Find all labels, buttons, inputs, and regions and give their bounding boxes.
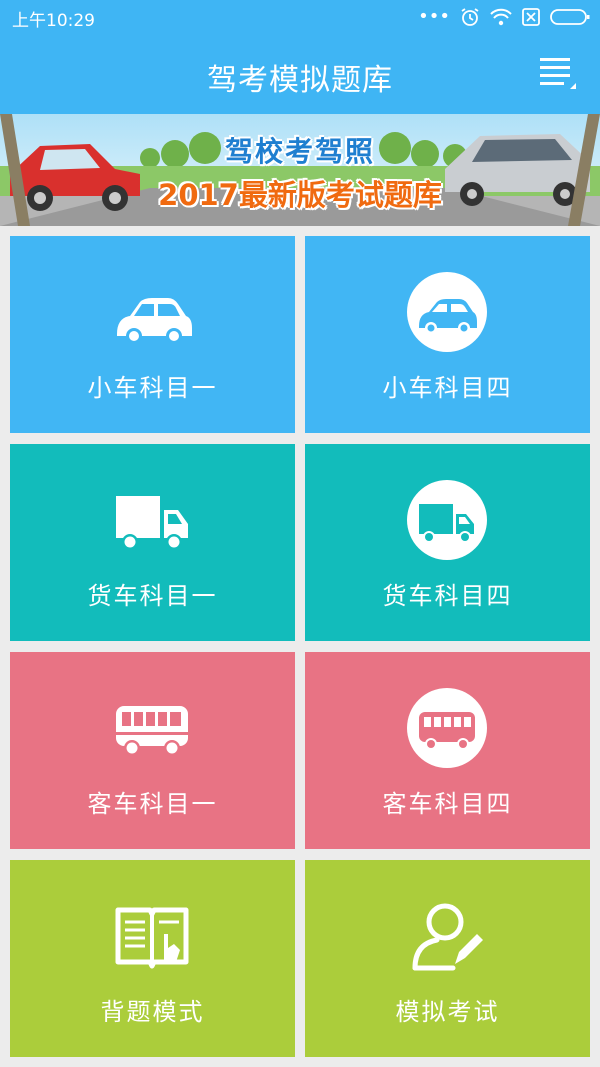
book-icon [115,907,189,969]
tile-bus-subject-4[interactable]: 客车科目四 [305,652,590,849]
tile-mock-exam[interactable]: 模拟考试 [305,860,590,1057]
page-title: 驾考模拟题库 [207,63,393,98]
bus-circle-icon [407,688,487,768]
tile-truck-subject-1[interactable]: 货车科目一 [10,444,295,641]
user-edit-icon [412,903,483,971]
tile-bus-subject-1[interactable]: 客车科目一 [10,652,295,849]
more-dots-icon: ••• [418,6,450,27]
status-time: 上午10:29 [12,11,95,31]
bus-icon [116,706,188,756]
tile-label: 货车科目一 [87,582,218,610]
banner-subheadline: 2017最新版考试题库 [158,178,442,212]
tile-label: 客车科目一 [87,790,218,818]
tile-label: 货车科目四 [382,582,513,610]
tile-study-mode[interactable]: 背题模式 [10,860,295,1057]
menu-icon[interactable] [540,55,578,91]
tile-truck-subject-4[interactable]: 货车科目四 [305,444,590,641]
status-icons: ••• [418,6,590,28]
tile-label: 小车科目四 [382,374,513,402]
alarm-icon [461,8,479,26]
battery-icon [550,9,590,25]
wifi-icon [490,8,512,26]
car-icon [117,298,192,344]
status-bar: 上午10:29 ••• [0,0,600,33]
app-bar: 驾考模拟题库 [0,33,600,114]
tile-label: 模拟考试 [395,998,500,1026]
tile-label: 客车科目四 [382,790,513,818]
tile-label: 背题模式 [100,998,205,1026]
truck-circle-icon [407,480,487,560]
banner-headline: 驾校考驾照 [224,135,375,168]
car-circle-icon [407,272,487,352]
no-sim-icon [522,8,540,26]
truck-icon [116,496,188,550]
promo-banner[interactable]: 驾校考驾照 2017最新版考试题库 [0,114,600,226]
tile-car-subject-4[interactable]: 小车科目四 [305,236,590,433]
tile-car-subject-1[interactable]: 小车科目一 [10,236,295,433]
tile-label: 小车科目一 [87,374,218,402]
